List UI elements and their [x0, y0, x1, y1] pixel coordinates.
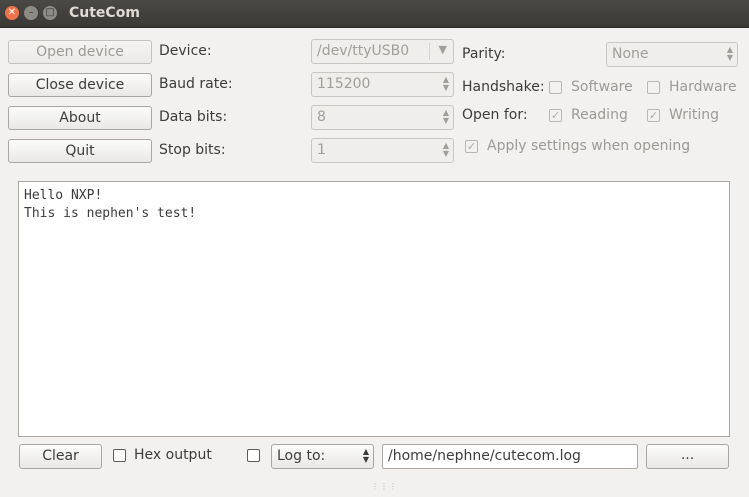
software-checkbox[interactable]: [549, 81, 562, 94]
clear-button[interactable]: Clear: [19, 444, 102, 469]
hardware-checkbox[interactable]: [647, 81, 660, 94]
spinner-arrows-icon: ▲ ▼: [442, 75, 449, 92]
log-path-input[interactable]: /home/nephne/cutecom.log: [382, 444, 638, 469]
chevron-down-icon: ▼: [438, 43, 447, 56]
hex-output-label: Hex output: [134, 447, 212, 463]
window-title: CuteCom: [69, 5, 140, 21]
parity-value: None: [612, 46, 649, 62]
close-window-icon[interactable]: ✕: [5, 6, 19, 20]
minimize-window-icon[interactable]: –: [24, 6, 38, 20]
reading-checkbox[interactable]: ✓: [549, 109, 562, 122]
data-bits-value: 8: [317, 109, 326, 125]
parity-label: Parity:: [462, 46, 506, 62]
stop-bits-value: 1: [317, 142, 326, 158]
parity-combo[interactable]: None ▲ ▼: [606, 42, 738, 67]
device-value: /dev/ttyUSB0: [317, 43, 410, 59]
writing-checkbox[interactable]: ✓: [647, 109, 660, 122]
spinner-arrows-icon: ▲ ▼: [442, 108, 449, 125]
browse-button[interactable]: ...: [646, 444, 729, 469]
log-to-value: Log to:: [277, 448, 326, 464]
baud-rate-label: Baud rate:: [159, 76, 233, 92]
device-label: Device:: [159, 43, 212, 59]
reading-label: Reading: [571, 107, 628, 123]
spinner-arrows-icon: ▲ ▼: [442, 141, 449, 158]
output-text-area[interactable]: Hello NXP! This is nephen's test!: [18, 181, 730, 437]
stop-bits-combo[interactable]: 1 ▲ ▼: [311, 138, 454, 163]
writing-label: Writing: [669, 107, 719, 123]
data-bits-combo[interactable]: 8 ▲ ▼: [311, 105, 454, 130]
log-to-combo[interactable]: Log to: ▲ ▼: [271, 444, 374, 469]
close-device-button[interactable]: Close device: [8, 73, 152, 97]
spinner-arrows-icon: ▲ ▼: [726, 45, 733, 62]
maximize-window-icon[interactable]: □: [43, 6, 57, 20]
baud-rate-combo[interactable]: 115200 ▲ ▼: [311, 72, 454, 97]
apply-settings-label: Apply settings when opening: [487, 138, 691, 154]
quit-button[interactable]: Quit: [8, 139, 152, 163]
stop-bits-label: Stop bits:: [159, 142, 226, 158]
baud-rate-value: 115200: [317, 76, 371, 92]
resize-grip-icon[interactable]: ⋮⋮⋮: [371, 482, 398, 491]
apply-settings-checkbox[interactable]: ✓: [465, 140, 478, 153]
device-combo[interactable]: /dev/ttyUSB0 ▼: [311, 39, 454, 64]
open-device-button[interactable]: Open device: [8, 40, 152, 64]
spinner-arrows-icon: ▲ ▼: [362, 447, 369, 464]
hex-output-checkbox[interactable]: [113, 449, 126, 462]
log-enable-checkbox[interactable]: [247, 449, 260, 462]
data-bits-label: Data bits:: [159, 109, 228, 125]
title-bar: ✕ – □ CuteCom: [0, 0, 749, 28]
open-for-label: Open for:: [462, 107, 528, 123]
software-label: Software: [571, 79, 633, 95]
combo-separator: [429, 43, 430, 60]
hardware-label: Hardware: [669, 79, 737, 95]
about-button[interactable]: About: [8, 106, 152, 130]
handshake-label: Handshake:: [462, 79, 545, 95]
